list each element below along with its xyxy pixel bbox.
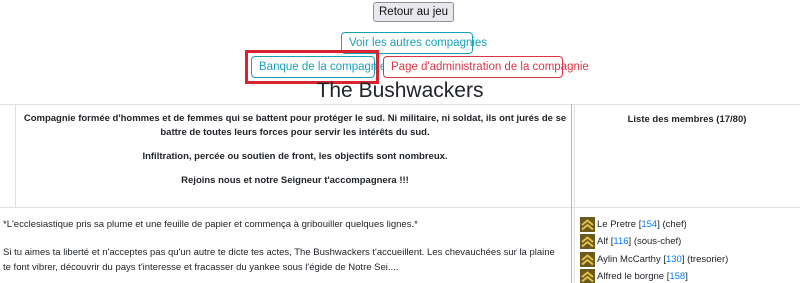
member-name[interactable]: Le Pretre	[597, 219, 636, 230]
member-level-link[interactable]: 130	[666, 254, 682, 265]
member-role: (sous-chef)	[633, 236, 682, 247]
table-column-divider-inner	[574, 104, 575, 283]
description-paragraph: Infiltration, percée ou soutien de front…	[142, 151, 448, 162]
description-paragraph: Rejoins nous et notre Seigneur t'accompa…	[181, 175, 409, 186]
member-item: Aylin McCarthy [130] (tresorier)	[580, 251, 795, 267]
table-column-divider	[571, 104, 572, 283]
members-list: Le Pretre [154] (chef) Alf [116] (sous-c…	[580, 216, 795, 283]
company-intro: *L'ecclesiastique pris sa plume et une f…	[3, 217, 565, 283]
member-name[interactable]: Alfred le borgne	[597, 271, 664, 282]
member-role: (chef)	[662, 218, 687, 230]
member-item: Alfred le borgne [158]	[580, 269, 795, 283]
members-list-title: Liste des membres (17/80)	[627, 114, 747, 125]
member-item: Alf [116] (sous-chef)	[580, 234, 795, 250]
description-paragraph: Compagnie formée d'hommes et de femmes q…	[23, 113, 567, 138]
member-level-link[interactable]: 154	[641, 219, 657, 230]
back-to-game-button[interactable]: Retour au jeu	[373, 2, 455, 22]
rank-chevron-icon	[580, 216, 595, 232]
member-level-link[interactable]: 158	[669, 271, 685, 282]
company-admin-button[interactable]: Page d'administration de la compagnie	[383, 56, 589, 78]
other-companies-button[interactable]: Voir les autres compagnies	[341, 32, 487, 54]
member-name[interactable]: Aylin McCarthy	[597, 254, 661, 265]
member-name[interactable]: Alf	[597, 236, 608, 247]
member-item: Le Pretre [154] (chef)	[580, 216, 795, 232]
member-role: (tresorier)	[687, 253, 729, 265]
intro-paragraph: Si tu aimes ta liberté et n'acceptes pas…	[3, 247, 555, 273]
intro-paragraph: *L'ecclesiastique pris sa plume et une f…	[3, 219, 418, 230]
company-title: The Bushwackers	[316, 79, 484, 102]
table-row-divider	[0, 207, 800, 208]
company-description: Compagnie formée d'hommes et de femmes q…	[22, 112, 568, 198]
rank-chevron-icon	[580, 234, 595, 249]
company-bank-button[interactable]: Banque de la compagnie	[251, 56, 386, 78]
table-top-border	[0, 104, 800, 105]
member-level-link[interactable]: 116	[613, 236, 628, 247]
rank-chevron-icon	[580, 251, 595, 267]
rank-chevron-icon	[580, 269, 595, 283]
table-left-border	[15, 104, 16, 207]
company-page: Retour au jeu Voir les autres compagnies…	[0, 0, 800, 283]
